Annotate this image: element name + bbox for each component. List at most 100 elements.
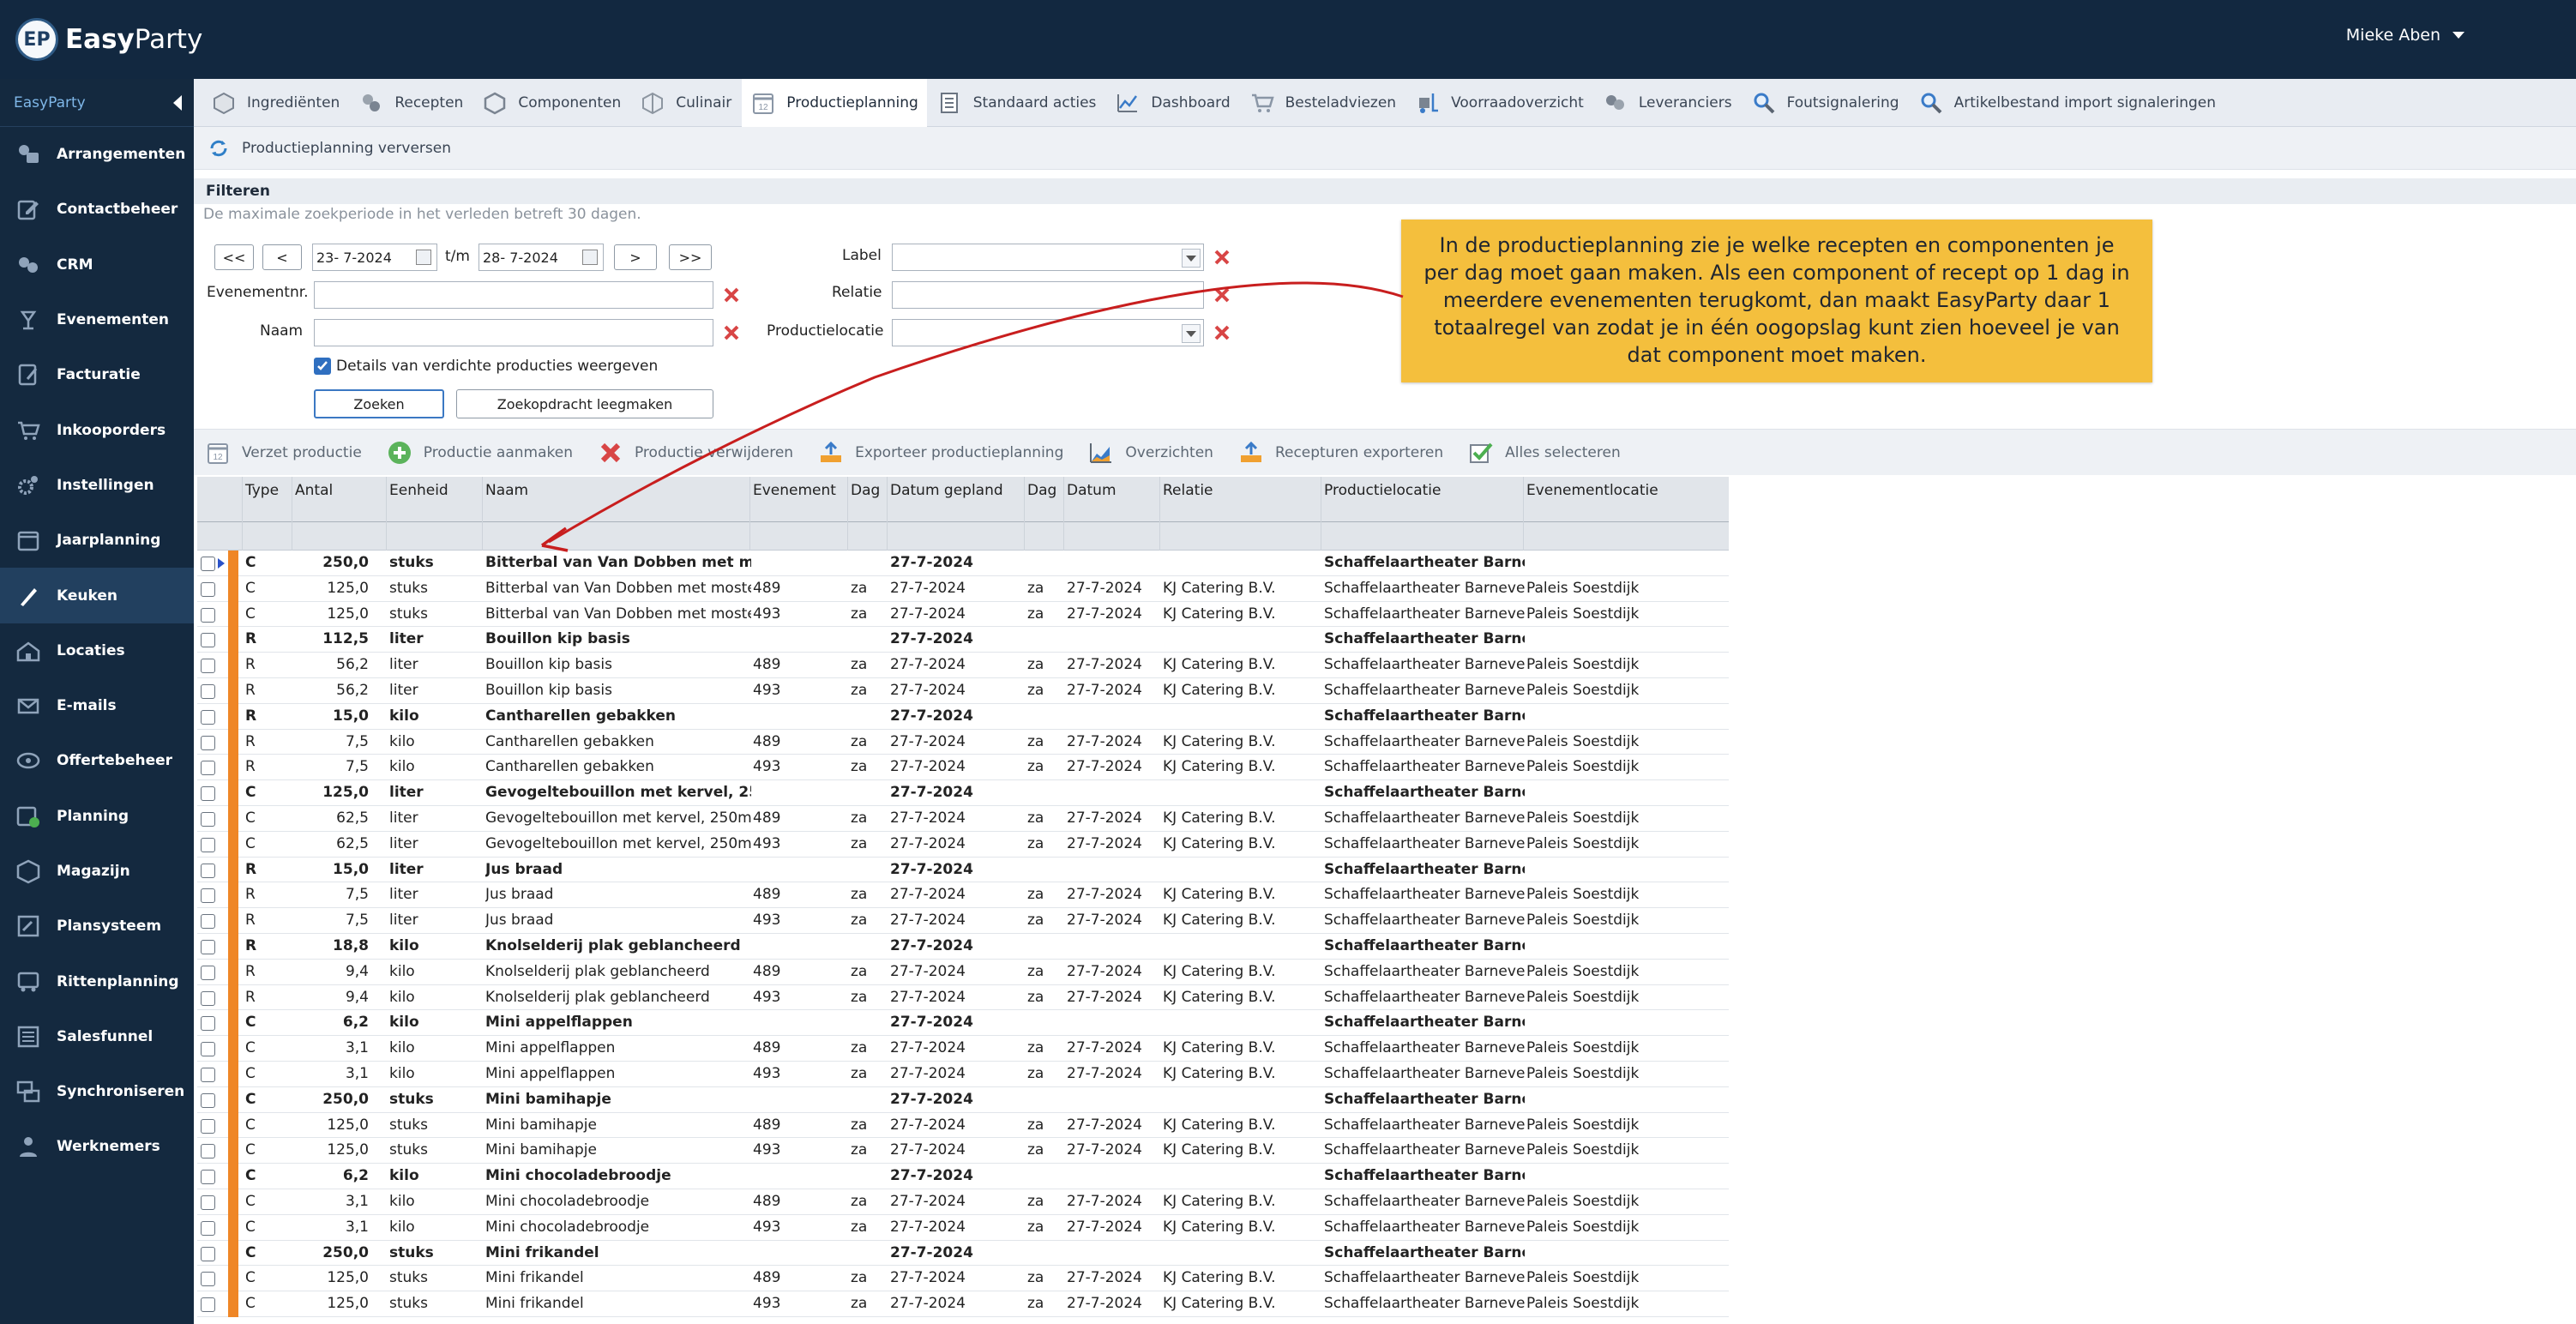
table-row[interactable]: C 125,0 liter Gevogeltebouillon met kervel,… [197, 780, 1729, 806]
sidebar-item-plansysteem[interactable]: Plansysteem [0, 899, 194, 954]
row-checkbox[interactable] [201, 837, 215, 852]
previous-period-button[interactable]: < [262, 244, 302, 270]
details-checkbox-row[interactable]: Details van verdichte producties weergev… [314, 358, 658, 375]
easyparty-logo[interactable]: EP EasyParty [15, 17, 202, 62]
search-button[interactable]: Zoeken [314, 389, 444, 418]
table-row[interactable]: C 125,0 stuks Bitterbal van Van Dobben met … [197, 575, 1729, 602]
name-input[interactable] [314, 319, 713, 346]
clear-label-icon[interactable] [1213, 248, 1231, 267]
table-row[interactable]: C 125,0 stuks Mini bamihapje 489 za 27-7-2024 z… [197, 1112, 1729, 1139]
column-header[interactable]: Antal [295, 482, 333, 499]
sidebar-item-evenementen[interactable]: Evenementen [0, 292, 194, 347]
table-row[interactable]: C 62,5 liter Gevogeltebouillon met kervel, … [197, 831, 1729, 858]
row-checkbox[interactable] [201, 914, 215, 930]
sidebar-item-jaarplanning[interactable]: Jaarplanning [0, 513, 194, 568]
row-checkbox[interactable] [201, 1092, 215, 1108]
row-checkbox[interactable] [201, 888, 215, 904]
table-row[interactable]: C 250,0 stuks Bitterbal van Van Dobben met … [197, 551, 1729, 576]
last-period-button[interactable]: >> [669, 244, 712, 270]
table-row[interactable]: C 125,0 stuks Mini frikandel 489 za 27-7-2024 z… [197, 1266, 1729, 1292]
tab-componenten[interactable]: Componenten [473, 79, 629, 127]
table-row[interactable]: R 112,5 liter Bouillon kip basis 27-7-2024 Sc… [197, 627, 1729, 653]
productie-aanmaken-button[interactable]: Productie aanmaken [386, 439, 573, 466]
row-checkbox[interactable] [201, 581, 215, 597]
row-checkbox[interactable] [201, 1220, 215, 1236]
alles-selecteren-button[interactable]: Alles selecteren [1467, 439, 1621, 466]
row-checkbox[interactable] [201, 607, 215, 623]
row-checkbox[interactable] [201, 990, 215, 1006]
table-row[interactable]: R 7,5 liter Jus braad 493 za 27-7-2024 za 27-7-2… [197, 908, 1729, 934]
user-menu[interactable]: Mieke Aben [2346, 26, 2465, 45]
row-checkbox[interactable] [201, 735, 215, 750]
sidebar-item-offertebeheer[interactable]: Offertebeheer [0, 733, 194, 788]
exporteer-productieplanning-button[interactable]: Exporteer productieplanning [817, 439, 1063, 466]
sidebar-item-synchroniseren[interactable]: Synchroniseren [0, 1064, 194, 1119]
row-checkbox[interactable] [201, 811, 215, 827]
sidebar-item-locaties[interactable]: Locaties [0, 623, 194, 678]
tab-productieplanning[interactable]: 12 Productieplanning [742, 78, 927, 127]
sidebar-item-contactbeheer[interactable]: Contactbeheer [0, 182, 194, 237]
column-header[interactable]: Dag [1027, 482, 1056, 499]
column-header[interactable]: Productielocatie [1324, 482, 1441, 499]
row-checkbox[interactable] [201, 1246, 215, 1261]
row-checkbox[interactable] [201, 659, 215, 674]
column-header[interactable]: Type [245, 482, 279, 499]
chevron-down-icon[interactable] [1182, 324, 1201, 343]
sidebar-item-arrangementen[interactable]: Arrangementen [0, 127, 194, 182]
table-row[interactable]: C 6,2 kilo Mini chocoladebroodje 27-7-2024 Sc… [197, 1164, 1729, 1189]
row-checkbox[interactable] [201, 761, 215, 776]
row-checkbox[interactable] [201, 1272, 215, 1287]
refresh-action[interactable]: Productieplanning verversen [194, 127, 2576, 170]
chevron-down-icon[interactable] [1182, 249, 1201, 268]
tab-leveranciers[interactable]: Leveranciers [1594, 79, 1741, 127]
sidebar-item-instellingen[interactable]: Instellingen [0, 458, 194, 513]
row-checkbox[interactable] [201, 1297, 215, 1313]
table-row[interactable]: C 125,0 stuks Mini bamihapje 493 za 27-7-2024 z… [197, 1138, 1729, 1165]
productie-verwijderen-button[interactable]: Productie verwijderen [597, 439, 793, 466]
sidebar-item-crm[interactable]: CRM [0, 238, 194, 292]
table-row[interactable]: R 9,4 kilo Knolselderij plak geblancheerd 49… [197, 984, 1729, 1011]
clear-search-button[interactable]: Zoekopdracht leegmaken [456, 389, 713, 418]
table-row[interactable]: C 3,1 kilo Mini chocoladebroodje 489 za 27-7-2… [197, 1189, 1729, 1215]
row-checkbox[interactable] [201, 709, 215, 725]
table-row[interactable]: C 62,5 liter Gevogeltebouillon met kervel, … [197, 805, 1729, 832]
column-header[interactable]: Evenement [753, 482, 836, 499]
verzet-productie-button[interactable]: 12 Verzet productie [204, 439, 362, 466]
column-header[interactable]: Datum gepland [890, 482, 1003, 499]
column-header[interactable]: Relatie [1163, 482, 1213, 499]
tab-dashboard[interactable]: Dashboard [1106, 79, 1238, 127]
tab-artikelbestand-import-signaleringen[interactable]: Artikelbestand import signaleringen [1910, 79, 2224, 127]
row-checkbox[interactable] [201, 1067, 215, 1082]
checkbox-checked-icon[interactable] [314, 358, 331, 375]
table-row[interactable]: R 15,0 liter Jus braad 27-7-2024 Schaffelaart… [197, 857, 1729, 883]
recepturen-exporteren-button[interactable]: Recepturen exporteren [1237, 439, 1443, 466]
row-checkbox[interactable] [201, 939, 215, 954]
tab-culinair[interactable]: Culinair [631, 79, 740, 127]
sidebar-item-salesfunnel[interactable]: Salesfunnel [0, 1009, 194, 1064]
table-row[interactable]: C 250,0 stuks Mini bamihapje 27-7-2024 Schaff… [197, 1086, 1729, 1113]
clear-name-icon[interactable] [722, 323, 741, 342]
table-row[interactable]: C 125,0 stuks Bitterbal van Van Dobben met … [197, 601, 1729, 628]
row-checkbox[interactable] [201, 1144, 215, 1159]
row-checkbox[interactable] [201, 1042, 215, 1057]
table-row[interactable]: C 125,0 stuks Mini frikandel 493 za 27-7-2024 z… [197, 1291, 1729, 1317]
table-row[interactable]: R 15,0 kilo Cantharellen gebakken 27-7-2024 S… [197, 703, 1729, 730]
production-location-select[interactable] [892, 319, 1204, 346]
label-select[interactable] [892, 244, 1204, 271]
row-checkbox[interactable] [201, 1195, 215, 1210]
table-row[interactable]: C 250,0 stuks Mini frikandel 27-7-2024 Schaff… [197, 1240, 1729, 1267]
table-row[interactable]: R 56,2 liter Bouillon kip basis 489 za 27-7-20… [197, 653, 1729, 678]
date-to-field[interactable]: 28- 7-2024 [478, 244, 604, 271]
sidebar-item-planning[interactable]: Planning [0, 789, 194, 844]
table-row[interactable]: R 7,5 liter Jus braad 489 za 27-7-2024 za 27-7-2… [197, 882, 1729, 909]
next-period-button[interactable]: > [614, 244, 657, 270]
event-number-input[interactable] [314, 281, 713, 309]
tab-ingredi-nten[interactable]: Ingrediënten [202, 79, 348, 127]
sidebar-item-werknemers[interactable]: Werknemers [0, 1119, 194, 1174]
first-period-button[interactable]: << [214, 244, 254, 270]
column-header[interactable]: Naam [485, 482, 528, 499]
table-row[interactable]: C 3,1 kilo Mini appelflappen 489 za 27-7-2024 z… [197, 1036, 1729, 1062]
column-header[interactable]: Dag [851, 482, 880, 499]
tab-recepten[interactable]: Recepten [350, 79, 472, 127]
row-checkbox[interactable] [201, 786, 215, 802]
